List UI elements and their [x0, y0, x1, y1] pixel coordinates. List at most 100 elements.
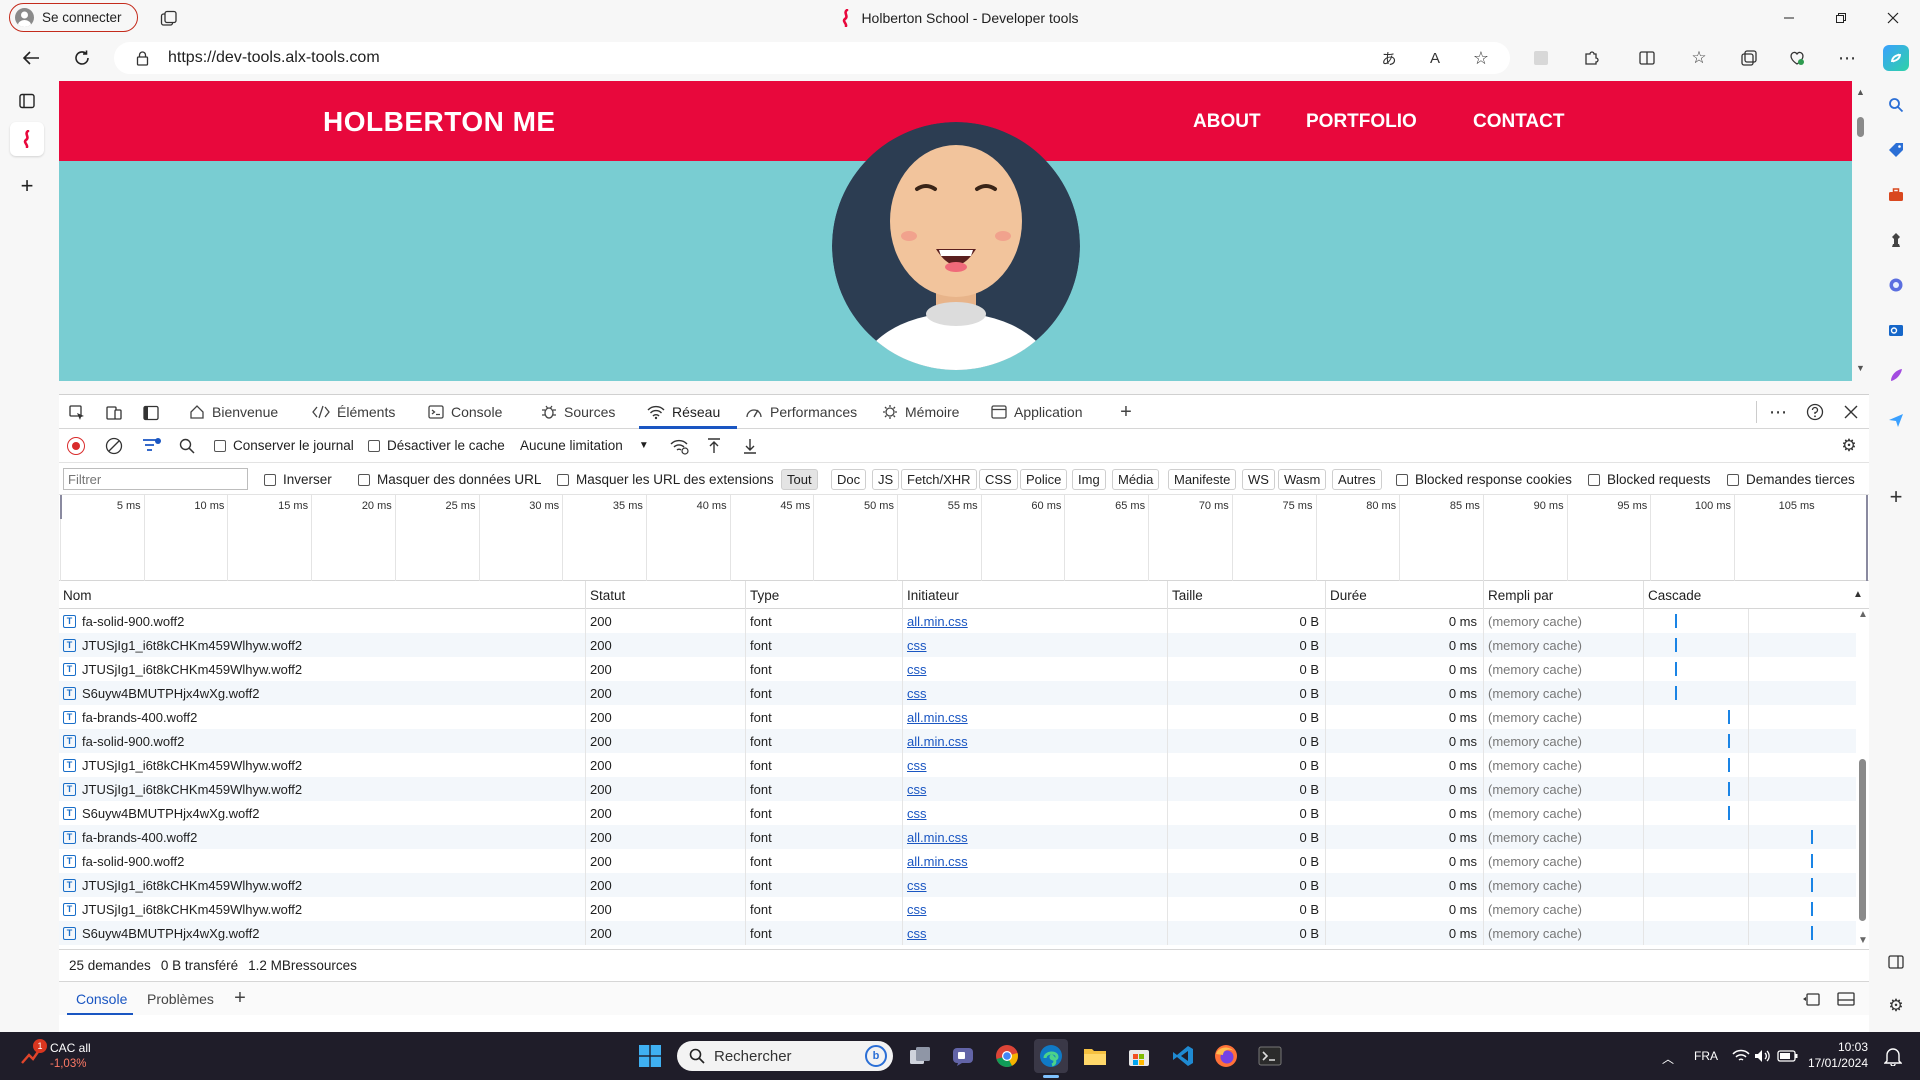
table-scroll-down-icon[interactable]: ▼	[1858, 935, 1868, 946]
throttling-select[interactable]: Aucune limitation ▼	[520, 438, 649, 453]
preserve-log-option[interactable]: Conserver le journal	[214, 438, 354, 453]
import-har-icon[interactable]	[705, 437, 723, 455]
blocked-requests-checkbox[interactable]	[1588, 473, 1600, 486]
tab-console[interactable]: Console	[428, 395, 502, 429]
help-icon[interactable]	[1804, 402, 1826, 422]
table-row[interactable]: Tfa-brands-400.woff2 200 font all.min.css 0 …	[59, 825, 1859, 849]
nav-about[interactable]: ABOUT	[1193, 111, 1261, 133]
request-initiator[interactable]: css	[907, 902, 927, 917]
filter-type-ws[interactable]: WS	[1242, 469, 1275, 490]
url-field[interactable]: https://dev-tools.alx-tools.com	[114, 42, 1510, 74]
filter-type-font[interactable]: Police	[1020, 469, 1068, 490]
vscode-icon[interactable]	[1166, 1039, 1200, 1073]
filter-type-media[interactable]: Média	[1112, 469, 1160, 490]
table-row[interactable]: T JTUSjIg1_i6t8kCHKm459Wlhyw.woff2 200 font…	[59, 777, 1859, 801]
shopping-tag-icon[interactable]	[1886, 140, 1906, 160]
split-screen-icon[interactable]	[1636, 48, 1658, 68]
wifi-status-icon[interactable]	[1732, 1046, 1750, 1066]
network-conditions-icon[interactable]	[669, 437, 691, 455]
column-header-time[interactable]: Durée	[1326, 581, 1484, 609]
notifications-bell-icon[interactable]	[1881, 1044, 1905, 1068]
tab-actions-icon[interactable]	[15, 90, 39, 112]
tab-bienvenue[interactable]: Bienvenue	[189, 395, 278, 429]
extensions-icon[interactable]	[1580, 48, 1602, 68]
quick-view-icon[interactable]	[1800, 989, 1822, 1009]
request-initiator[interactable]: all.min.css	[907, 614, 968, 629]
blocked-cookies-checkbox[interactable]	[1396, 473, 1408, 486]
blocked-cookies-option[interactable]: Blocked response cookies	[1396, 472, 1572, 487]
request-initiator[interactable]: all.min.css	[907, 830, 968, 845]
restore-icon[interactable]	[1818, 0, 1864, 36]
request-initiator[interactable]: css	[907, 926, 927, 941]
teams-chat-icon[interactable]	[946, 1039, 980, 1073]
filter-type-img[interactable]: Img	[1072, 469, 1106, 490]
filter-type-other[interactable]: Autres	[1332, 469, 1382, 490]
hide-data-urls-option[interactable]: Masquer des données URL	[358, 472, 541, 487]
record-icon[interactable]	[67, 437, 85, 455]
favorite-star-icon[interactable]: ☆	[1470, 48, 1492, 68]
request-initiator[interactable]: css	[907, 758, 927, 773]
outlook-icon[interactable]	[1886, 320, 1906, 340]
collections-icon[interactable]	[1738, 48, 1760, 68]
games-chess-icon[interactable]	[1886, 230, 1906, 250]
column-header-initiator[interactable]: Initiateur	[903, 581, 1168, 609]
hide-extension-urls-checkbox[interactable]	[557, 473, 569, 486]
table-scrollbar[interactable]: ▲ ▼	[1856, 609, 1869, 949]
hide-sidebar-icon[interactable]	[1886, 952, 1906, 972]
translate-icon[interactable]: あ	[1378, 48, 1400, 68]
close-window-icon[interactable]	[1870, 0, 1916, 36]
table-row[interactable]: T JTUSjIg1_i6t8kCHKm459Wlhyw.woff2 200 font…	[59, 873, 1859, 897]
scroll-down-arrow-icon[interactable]: ▼	[1856, 363, 1865, 373]
table-row[interactable]: Tfa-solid-900.woff2 200 font all.min.css 0 B…	[59, 609, 1859, 633]
request-initiator[interactable]: all.min.css	[907, 734, 968, 749]
drawer-add-tab-icon[interactable]: +	[230, 987, 250, 1009]
table-row[interactable]: Tfa-brands-400.woff2 200 font all.min.css 0 …	[59, 705, 1859, 729]
more-options-icon[interactable]: ⋯	[1836, 48, 1858, 68]
column-header-waterfall[interactable]: Cascade	[1644, 581, 1804, 609]
terminal-icon[interactable]	[1253, 1039, 1287, 1073]
table-row[interactable]: T JTUSjIg1_i6t8kCHKm459Wlhyw.woff2 200 font…	[59, 897, 1859, 921]
invert-checkbox[interactable]	[264, 473, 276, 486]
scroll-up-arrow-icon[interactable]: ▲	[1856, 87, 1865, 97]
filter-type-fetch-xhr[interactable]: Fetch/XHR	[901, 469, 977, 490]
filter-type-doc[interactable]: Doc	[831, 469, 867, 490]
dock-side-icon[interactable]	[141, 403, 161, 423]
windows-start-icon[interactable]	[637, 1043, 663, 1069]
task-view-icon[interactable]	[903, 1039, 937, 1073]
inspect-element-icon[interactable]	[67, 403, 87, 423]
table-row[interactable]: T S6uyw4BMUTPHjx4wXg.woff2 200 font css 0 B 0 …	[59, 681, 1859, 705]
designer-icon[interactable]	[1886, 365, 1906, 385]
table-scroll-up-icon[interactable]: ▲	[1858, 609, 1868, 620]
timeline-window-handle-right[interactable]	[1866, 495, 1868, 581]
volume-icon[interactable]	[1754, 1046, 1772, 1066]
site-logo[interactable]: HOLBERTON ME	[323, 106, 556, 138]
request-initiator[interactable]: css	[907, 878, 927, 893]
tab-capture-icon[interactable]	[1530, 48, 1552, 68]
microsoft-store-icon[interactable]	[1122, 1039, 1156, 1073]
table-row[interactable]: T S6uyw4BMUTPHjx4wXg.woff2 200 font css 0 B 0 …	[59, 921, 1859, 945]
holberton-tab[interactable]	[10, 122, 44, 156]
tab-sources[interactable]: Sources	[541, 395, 615, 429]
filter-toggle-icon[interactable]	[141, 437, 163, 455]
column-header-type[interactable]: Type	[746, 581, 903, 609]
file-explorer-icon[interactable]	[1078, 1039, 1112, 1073]
more-tools-icon[interactable]: ⋯	[1767, 402, 1789, 422]
edge-taskbar-icon[interactable]	[1034, 1039, 1068, 1073]
sidebar-settings-icon[interactable]: ⚙	[1886, 996, 1906, 1016]
lock-icon[interactable]	[134, 49, 150, 67]
browser-essentials-icon[interactable]	[1786, 48, 1808, 68]
input-language[interactable]: FRA	[1694, 1049, 1718, 1063]
column-header-name[interactable]: Nom	[59, 581, 586, 609]
hide-extension-urls-option[interactable]: Masquer les URL des extensions	[557, 472, 774, 487]
tab-elements[interactable]: Éléments	[312, 395, 395, 429]
filter-input[interactable]	[63, 468, 248, 490]
tab-application[interactable]: Application	[991, 395, 1083, 429]
show-hidden-icons-icon[interactable]: ︿	[1662, 1050, 1674, 1067]
add-sidebar-app-icon[interactable]: +	[1886, 484, 1906, 509]
filter-type-js[interactable]: JS	[872, 469, 900, 490]
nav-contact[interactable]: CONTACT	[1473, 111, 1564, 133]
minimize-icon[interactable]	[1766, 0, 1812, 36]
hide-data-urls-checkbox[interactable]	[358, 473, 370, 486]
filter-type-all[interactable]: Tout	[781, 469, 818, 490]
table-row[interactable]: T JTUSjIg1_i6t8kCHKm459Wlhyw.woff2 200 font…	[59, 753, 1859, 777]
